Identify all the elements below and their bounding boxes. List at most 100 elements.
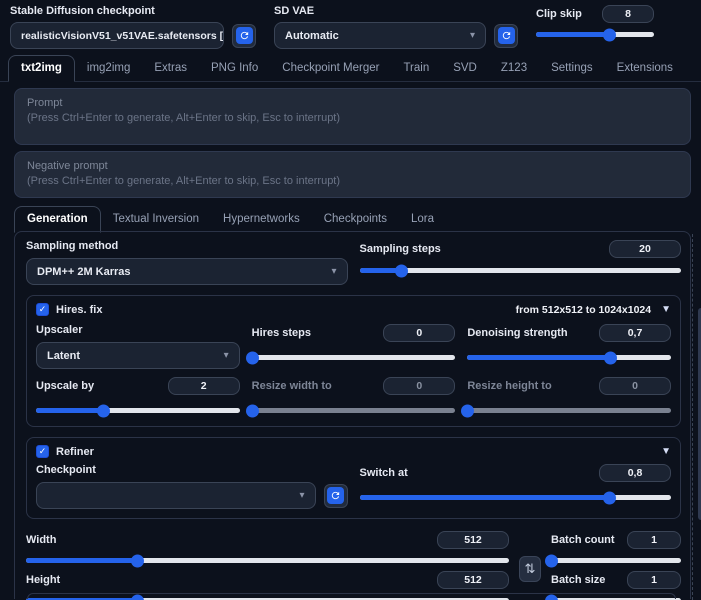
clip-skip-group: Clip skip 8 [536, 5, 654, 41]
prompt-placeholder-hint: (Press Ctrl+Enter to generate, Alt+Enter… [27, 112, 341, 124]
denoising-strength-slider[interactable] [467, 351, 672, 364]
hires-steps-slider[interactable] [245, 351, 456, 364]
refiner-checkbox-row[interactable]: ✓ Refiner [36, 445, 94, 458]
tab-z123[interactable]: Z123 [489, 56, 539, 81]
hires-steps-label: Hires steps [251, 327, 311, 339]
refiner-checkpoint-refresh-button[interactable] [323, 483, 348, 508]
collapse-arrow-icon[interactable]: ▼ [661, 304, 671, 315]
generation-panel: Sampling method DPM++ 2M Karras ▾ Sampli… [14, 231, 691, 600]
sampling-method-label: Sampling method [26, 240, 119, 252]
switch-at-value[interactable]: 0,8 [599, 464, 671, 482]
resize-width-value[interactable]: 0 [383, 377, 456, 395]
hires-fix-title: Hires. fix [56, 303, 103, 316]
height-value[interactable]: 512 [437, 571, 509, 589]
tab-extras[interactable]: Extras [142, 56, 199, 81]
sub-tab-bar: Generation Textual Inversion Hypernetwor… [14, 206, 691, 233]
negative-prompt-placeholder-hint: (Press Ctrl+Enter to generate, Alt+Enter… [27, 175, 341, 187]
chevron-down-icon: ▾ [299, 490, 305, 501]
switch-at-label: Switch at [359, 467, 408, 479]
width-field: Width 512 [26, 531, 509, 567]
chevron-down-icon: ▾ [223, 350, 229, 361]
vae-refresh-button[interactable] [494, 23, 518, 48]
tab-svd[interactable]: SVD [441, 56, 489, 81]
hires-fix-section: ✓ Hires. fix from 512x512 to 1024x1024 ▼… [26, 295, 681, 427]
refresh-icon [327, 487, 344, 504]
tab-txt2img[interactable]: txt2img [8, 55, 75, 82]
batch-count-value[interactable]: 1 [627, 531, 681, 549]
chevron-down-icon: ▾ [469, 30, 475, 41]
sampling-method-dropdown[interactable]: DPM++ 2M Karras ▾ [26, 258, 348, 285]
collapse-arrow-icon[interactable]: ▼ [661, 446, 671, 457]
checkpoint-label: Stable Diffusion checkpoint [10, 5, 155, 17]
width-label: Width [26, 534, 57, 546]
swap-dimensions-button[interactable]: ⇅ [519, 556, 541, 582]
width-value[interactable]: 512 [437, 531, 509, 549]
checkbox-checked-icon[interactable]: ✓ [36, 445, 49, 458]
upscaler-dropdown[interactable]: Latent ▾ [36, 342, 240, 369]
denoising-strength-value[interactable]: 0,7 [599, 324, 672, 342]
tab-png-info[interactable]: PNG Info [199, 56, 270, 81]
upscale-by-field: Upscale by 2 [36, 377, 240, 417]
tab-hypernetworks[interactable]: Hypernetworks [211, 207, 312, 232]
checkpoint-dropdown[interactable]: realisticVisionV51_v51VAE.safetensors [1… [10, 22, 224, 49]
tab-extensions[interactable]: Extensions [605, 56, 685, 81]
height-label: Height [26, 574, 61, 586]
tab-img2img[interactable]: img2img [75, 56, 142, 81]
vae-dropdown[interactable]: Automatic ▾ [274, 22, 486, 49]
upscale-by-label: Upscale by [36, 380, 95, 392]
main-tab-bar: txt2img img2img Extras PNG Info Checkpoi… [0, 55, 701, 82]
vae-value: Automatic [285, 29, 339, 42]
tab-settings[interactable]: Settings [539, 56, 605, 81]
resize-height-slider[interactable] [461, 404, 672, 417]
width-slider[interactable] [26, 554, 509, 567]
tab-checkpoint-merger[interactable]: Checkpoint Merger [270, 56, 391, 81]
chevron-down-icon: ▾ [331, 266, 337, 277]
hires-fix-checkbox-row[interactable]: ✓ Hires. fix [36, 303, 102, 316]
vae-label: SD VAE [274, 5, 315, 17]
column-resize-handle[interactable] [692, 234, 693, 600]
sampling-steps-value[interactable]: 20 [609, 240, 681, 258]
resize-width-slider[interactable] [245, 404, 456, 417]
denoising-strength-label: Denoising strength [467, 327, 568, 339]
resize-width-label: Resize width to [251, 380, 332, 392]
refiner-checkpoint-dropdown[interactable]: ▾ [36, 482, 316, 509]
hires-steps-value[interactable]: 0 [383, 324, 456, 342]
tab-textual-inversion[interactable]: Textual Inversion [101, 207, 211, 232]
sampling-steps-slider[interactable] [359, 264, 681, 277]
batch-size-label: Batch size [551, 574, 606, 586]
hires-resolution-note: from 512x512 to 1024x1024 [515, 303, 652, 316]
refresh-icon [497, 27, 515, 44]
sampling-method-field: Sampling method DPM++ 2M Karras ▾ [26, 240, 348, 285]
batch-size-value[interactable]: 1 [627, 571, 681, 589]
checkpoint-refresh-button[interactable] [232, 23, 256, 48]
clip-skip-value[interactable]: 8 [602, 5, 654, 23]
batch-count-slider[interactable] [545, 554, 681, 567]
next-section-edge [27, 593, 676, 599]
hires-steps-field: Hires steps 0 [245, 324, 456, 369]
swap-icon: ⇅ [524, 561, 536, 576]
checkpoint-value: realisticVisionV51_v51VAE.safetensors [1… [21, 29, 224, 42]
upscale-by-value[interactable]: 2 [167, 377, 240, 395]
vae-group: SD VAE Automatic ▾ [274, 5, 518, 49]
resize-height-value[interactable]: 0 [599, 377, 672, 395]
negative-prompt-textarea[interactable]: Negative prompt (Press Ctrl+Enter to gen… [14, 151, 691, 198]
switch-at-slider[interactable] [359, 491, 671, 504]
upscaler-field: Upscaler Latent ▾ [36, 324, 240, 369]
checkbox-checked-icon[interactable]: ✓ [36, 303, 49, 316]
batch-count-label: Batch count [551, 534, 615, 546]
refresh-icon [235, 27, 253, 44]
sd-webui-app: { "quicksettings": { "checkpoint_label":… [0, 0, 701, 600]
tab-train[interactable]: Train [391, 56, 441, 81]
denoising-strength-field: Denoising strength 0,7 [467, 324, 672, 369]
refiner-checkpoint-field: Checkpoint ▾ [36, 464, 348, 509]
tab-generation[interactable]: Generation [14, 206, 101, 233]
upscale-by-slider[interactable] [36, 404, 240, 417]
prompt-textarea[interactable]: Prompt (Press Ctrl+Enter to generate, Al… [14, 88, 691, 145]
resize-height-label: Resize height to [467, 380, 552, 392]
clip-skip-slider[interactable] [536, 28, 654, 41]
batch-count-field: Batch count 1 [545, 531, 681, 567]
tab-lora[interactable]: Lora [399, 207, 446, 232]
upscaler-label: Upscaler [36, 324, 83, 336]
tab-checkpoints[interactable]: Checkpoints [312, 207, 399, 232]
resize-height-field: Resize height to 0 [461, 377, 672, 417]
